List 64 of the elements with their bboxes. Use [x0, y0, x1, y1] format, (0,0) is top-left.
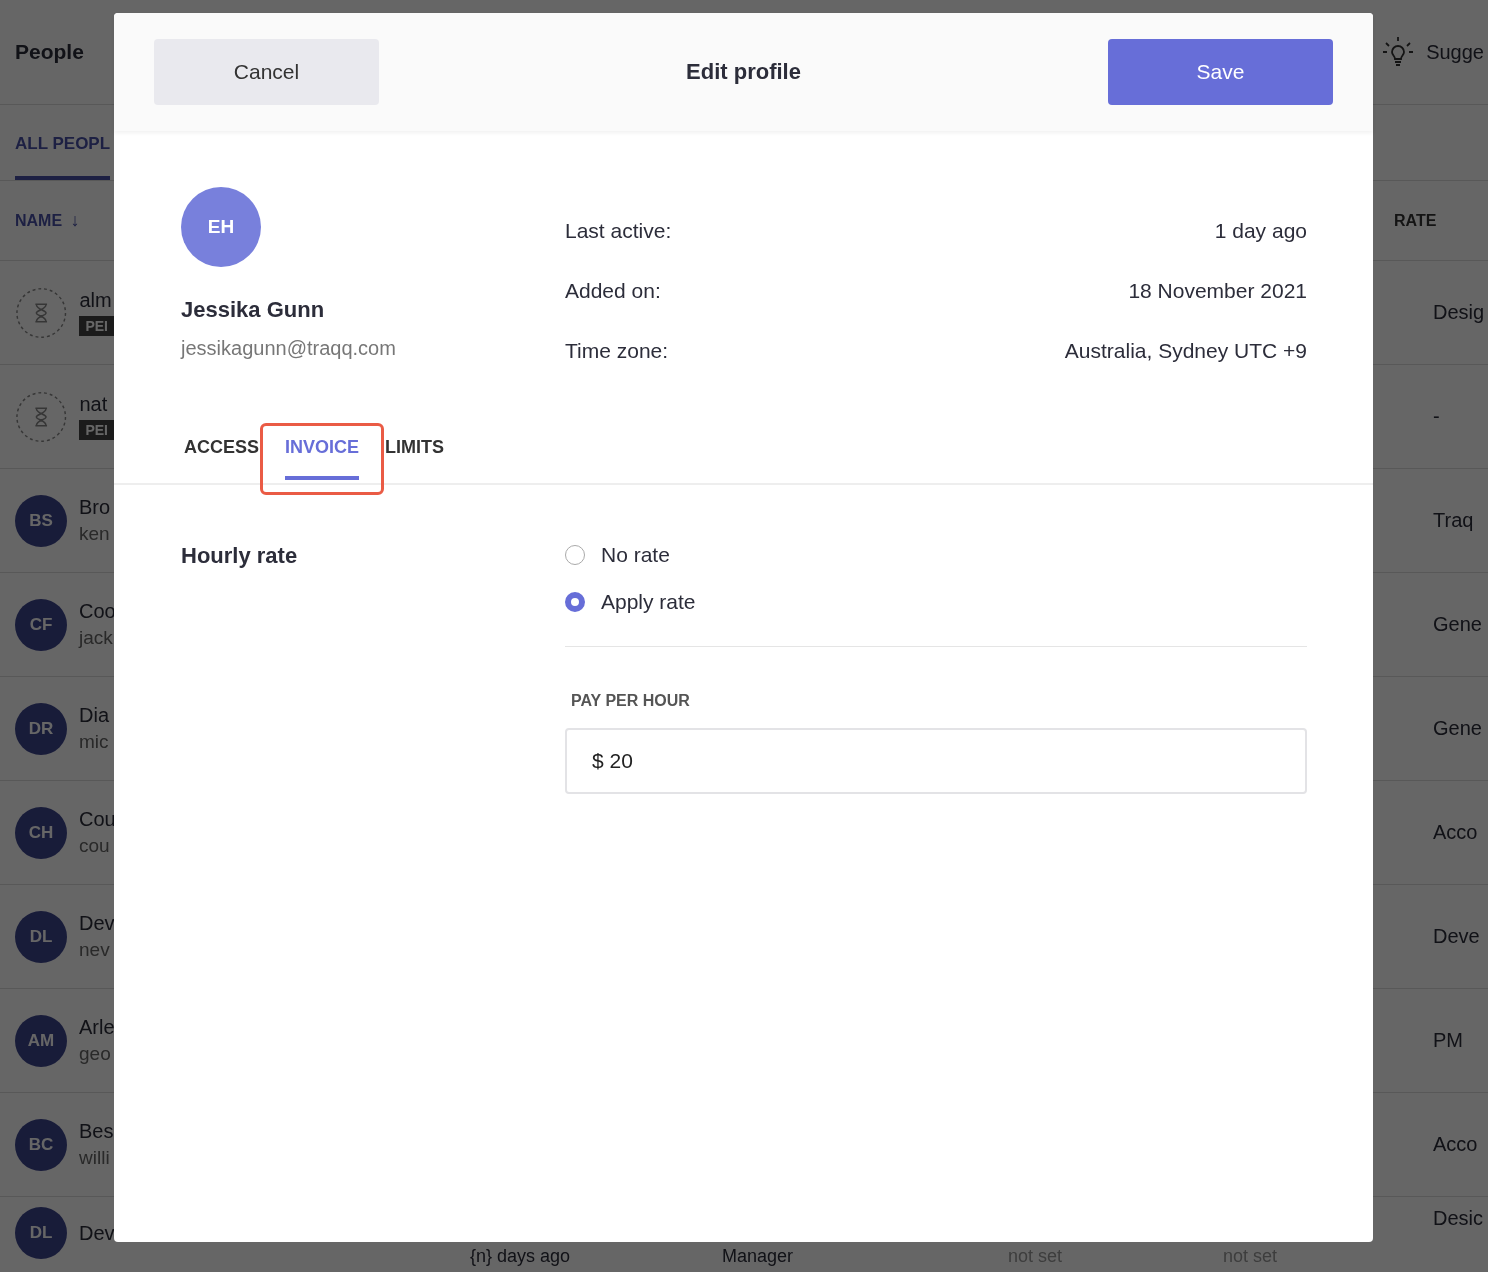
person-email: ken	[79, 523, 110, 545]
rate-column-header: RATE	[1393, 211, 1438, 230]
person-email: cou	[79, 835, 110, 857]
person-email: nev	[79, 939, 110, 961]
person-email: mic	[79, 731, 109, 753]
person-name: nat	[79, 393, 108, 416]
save-button[interactable]: Save	[1108, 39, 1333, 105]
table-cell: {n} days ago	[470, 1246, 571, 1267]
hourglass-avatar-icon	[15, 389, 68, 444]
table-cell: Gene	[1433, 717, 1482, 739]
table-cell: PM	[1433, 1029, 1463, 1051]
profile-tab[interactable]: LIMITS	[385, 437, 445, 480]
person-name: Coo	[79, 600, 114, 623]
avatar: CF	[15, 598, 67, 651]
dialog-title: Edit profile	[686, 59, 801, 85]
avatar: DL	[15, 910, 67, 963]
person-name: Dev	[79, 912, 114, 935]
profile-email: jessikagunn@traqq.com	[181, 337, 396, 360]
pending-badge: PEI	[79, 420, 114, 440]
person-name: Bes	[79, 1120, 114, 1143]
avatar: DR	[15, 702, 67, 755]
pending-badge: PEI	[79, 316, 114, 336]
person-email: jack	[79, 627, 113, 649]
profile-tab[interactable]: ACCESS	[184, 437, 259, 480]
pay-per-hour-field[interactable]: $ 20	[565, 728, 1307, 794]
section-title: Hourly rate	[181, 543, 299, 570]
table-cell: Acco	[1433, 821, 1478, 843]
field-label: PAY PER HOUR	[571, 692, 690, 710]
detail-value: Australia, Sydney UTC +9	[1064, 339, 1307, 363]
cancel-button[interactable]: Cancel	[154, 39, 379, 105]
table-cell: Traq	[1433, 509, 1474, 531]
avatar: BC	[15, 1118, 67, 1171]
detail-label: Added on:	[565, 279, 661, 303]
person-name: Arle	[79, 1016, 114, 1039]
table-cell: Deve	[1433, 925, 1480, 947]
table-cell: -	[1433, 405, 1440, 427]
detail-value: 1 day ago	[1214, 219, 1307, 243]
avatar: AM	[15, 1014, 67, 1067]
profile-tab[interactable]: INVOICE	[285, 437, 360, 480]
person-name: Dev	[79, 1221, 114, 1245]
person-email: willi	[79, 1147, 110, 1169]
person-name: alm	[79, 289, 112, 312]
avatar: CH	[15, 806, 67, 859]
table-cell: Manager	[722, 1246, 794, 1267]
person-name: Dia	[79, 704, 109, 727]
detail-value: 18 November 2021	[1128, 279, 1307, 303]
hourglass-avatar-icon	[15, 285, 68, 340]
avatar: EH	[181, 187, 261, 267]
table-cell: Desig	[1433, 301, 1485, 323]
profile-name: Jessika Gunn	[181, 297, 325, 323]
table-cell: Desic	[1433, 1207, 1483, 1229]
avatar: BS	[15, 494, 67, 547]
lightbulb-icon[interactable]	[1382, 35, 1415, 69]
rate-radio-option[interactable]: No rate	[565, 531, 670, 578]
table-cell: Acco	[1433, 1133, 1478, 1155]
rate-radio-option[interactable]: Apply rate	[565, 578, 696, 625]
person-email: geo	[79, 1043, 111, 1065]
person-name: Bro	[79, 496, 111, 519]
detail-label: Last active:	[565, 219, 672, 243]
person-name: Cou	[79, 808, 114, 831]
table-cell: Gene	[1433, 613, 1482, 635]
page-title: People	[15, 40, 84, 64]
avatar: DL	[15, 1207, 67, 1259]
detail-label: Time zone:	[565, 339, 669, 363]
